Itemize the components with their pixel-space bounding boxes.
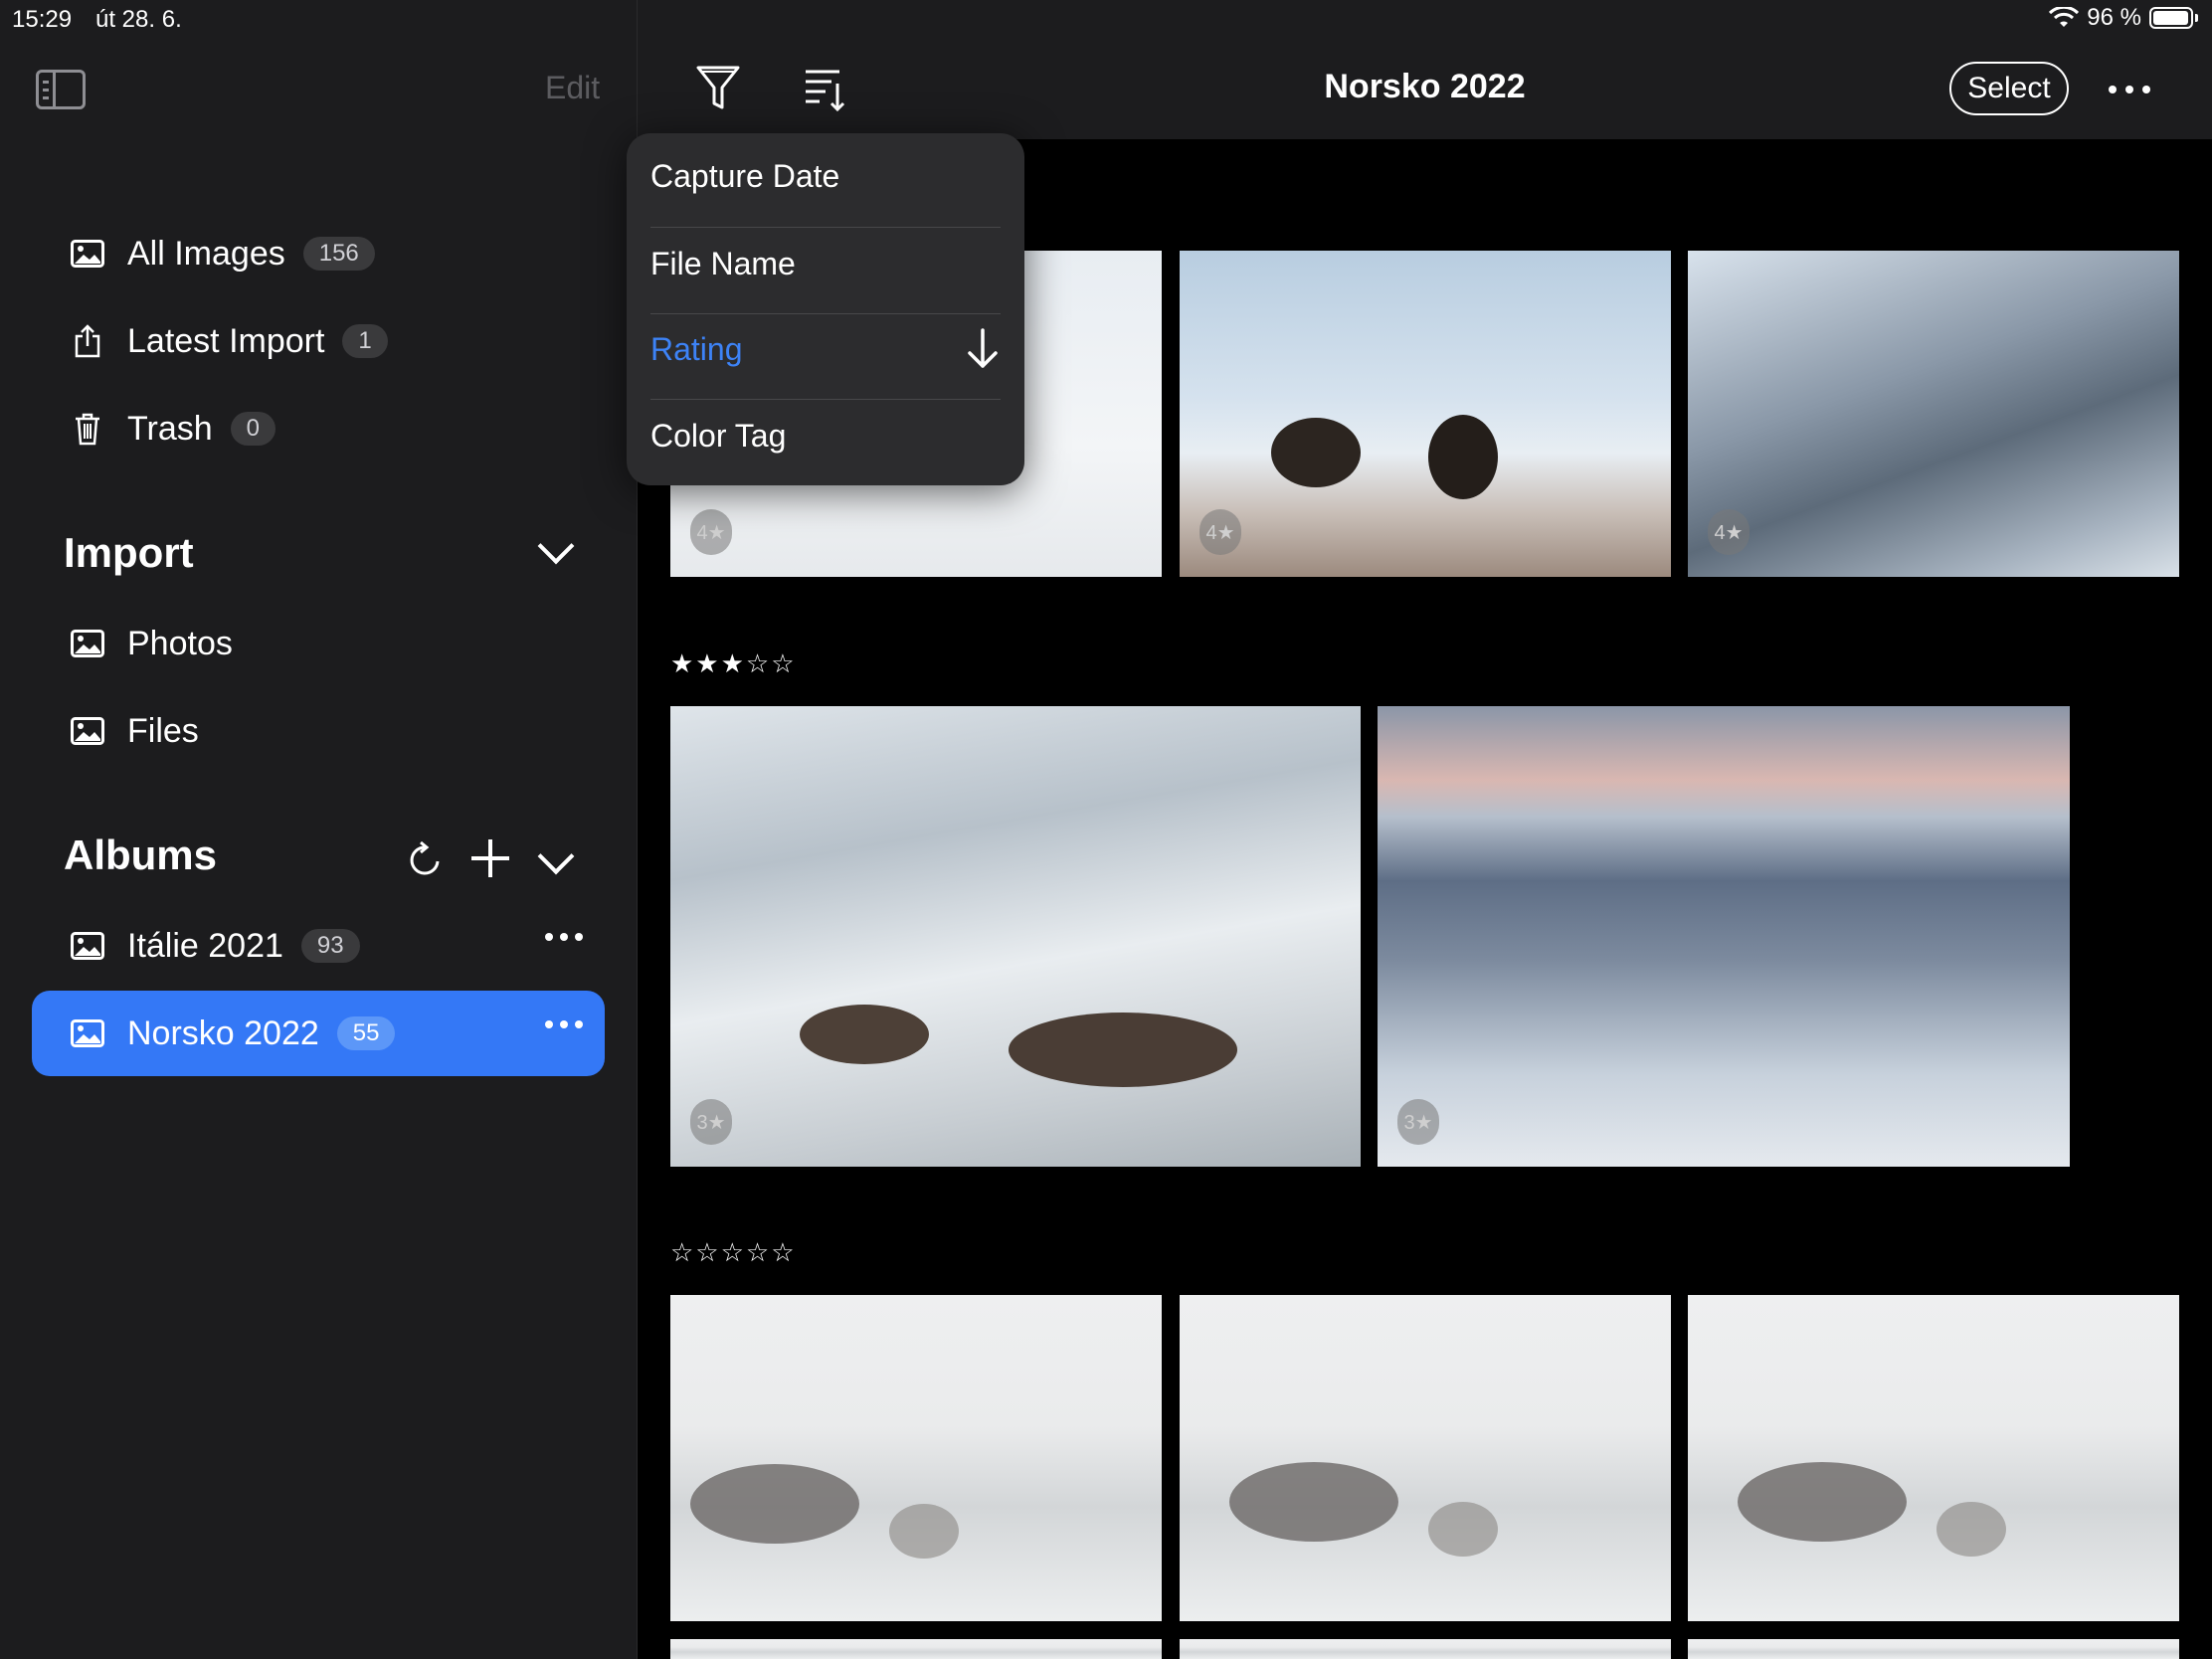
image-icon [70, 236, 105, 272]
edit-button[interactable]: Edit [545, 70, 600, 106]
photo-thumbnail[interactable] [670, 1639, 1162, 1659]
sort-option-rating[interactable]: Rating [650, 306, 1001, 392]
rating-badge: 4★ [1708, 509, 1750, 555]
photo-thumbnail[interactable] [670, 1295, 1162, 1621]
chevron-down-icon[interactable] [537, 527, 575, 565]
battery-icon [2149, 7, 2193, 29]
sidebar-item-files[interactable]: Files [32, 688, 605, 774]
photo-thumbnail[interactable] [1688, 1295, 2179, 1621]
sidebar-item-trash[interactable]: Trash 0 [32, 386, 605, 471]
menu-item-label: Color Tag [650, 417, 787, 454]
sort-option-file-name[interactable]: File Name [650, 221, 1001, 306]
refresh-icon[interactable] [408, 841, 442, 877]
status-date: út 28. 6. [95, 6, 182, 33]
more-options-icon[interactable] [2109, 86, 2150, 93]
photo-thumbnail[interactable]: 3★ [1378, 706, 2070, 1167]
count-badge: 156 [302, 237, 375, 271]
count-badge: 93 [300, 929, 360, 963]
sort-icon[interactable] [804, 68, 847, 113]
sort-option-capture-date[interactable]: Capture Date [650, 133, 1001, 219]
photo-thumbnail[interactable] [1180, 1295, 1671, 1621]
add-album-icon[interactable] [471, 839, 509, 877]
sidebar-item-album-italie[interactable]: Itálie 2021 93 [32, 903, 605, 989]
sidebar-toggle-icon[interactable] [36, 70, 86, 109]
image-icon [70, 1015, 105, 1051]
count-badge: 1 [342, 324, 388, 358]
photo-thumbnail[interactable] [1180, 1639, 1671, 1659]
battery-text: 96 % [2087, 4, 2141, 31]
photo-thumbnail[interactable]: 4★ [1180, 251, 1671, 577]
sidebar-item-label: Files [127, 711, 199, 750]
rating-badge: 3★ [1397, 1099, 1439, 1145]
sidebar-item-all-images[interactable]: All Images 156 [32, 211, 605, 296]
sidebar-item-label: Norsko 2022 [127, 1014, 319, 1052]
import-section-title: Import [64, 529, 194, 576]
sort-menu: Capture Date File Name Rating Color Tag [627, 133, 1024, 485]
albums-section-title: Albums [64, 831, 218, 878]
sort-option-color-tag[interactable]: Color Tag [650, 393, 1001, 478]
share-icon [70, 323, 105, 359]
photo-thumbnail[interactable] [1688, 1639, 2179, 1659]
sidebar-item-album-norsko[interactable]: Norsko 2022 55 [32, 991, 605, 1076]
sidebar-item-label: Trash [127, 409, 213, 448]
wifi-icon [2049, 7, 2080, 27]
count-badge: 0 [230, 412, 276, 446]
image-icon [70, 928, 105, 964]
count-badge: 55 [336, 1016, 396, 1050]
sidebar-item-label: Itálie 2021 [127, 926, 283, 965]
rating-group-header: ☆☆☆☆☆ [670, 1237, 797, 1267]
menu-item-label: Rating [650, 330, 743, 367]
trash-icon [70, 411, 105, 447]
status-time: 15:29 [12, 6, 73, 33]
sidebar-item-photos[interactable]: Photos [32, 601, 605, 686]
arrow-down-icon [968, 328, 998, 368]
more-options-icon[interactable] [545, 1020, 583, 1028]
rating-badge: 4★ [690, 509, 732, 555]
sidebar-item-label: Photos [127, 624, 233, 662]
rating-badge: 3★ [690, 1099, 732, 1145]
image-icon [70, 626, 105, 661]
status-bar: 15:29 út 28. 6. 96 % [0, 0, 2212, 40]
image-icon [70, 713, 105, 749]
sidebar-item-label: All Images [127, 234, 285, 273]
status-indicators: 96 % [2049, 4, 2198, 32]
rating-badge: 4★ [1199, 509, 1241, 555]
filter-icon[interactable] [696, 64, 740, 111]
rating-group-header: ★★★☆☆ [670, 648, 797, 678]
chevron-down-icon[interactable] [537, 837, 575, 875]
menu-item-label: File Name [650, 245, 796, 281]
photo-thumbnail[interactable]: 4★ [1688, 251, 2179, 577]
sidebar: Edit All Images 156 Latest Import 1 Tras… [0, 0, 638, 1659]
sidebar-item-label: Latest Import [127, 321, 325, 360]
select-button[interactable]: Select [1949, 62, 2069, 115]
menu-item-label: Capture Date [650, 157, 840, 194]
photo-thumbnail[interactable]: 3★ [670, 706, 1361, 1167]
more-options-icon[interactable] [545, 933, 583, 941]
sidebar-item-latest-import[interactable]: Latest Import 1 [32, 298, 605, 384]
